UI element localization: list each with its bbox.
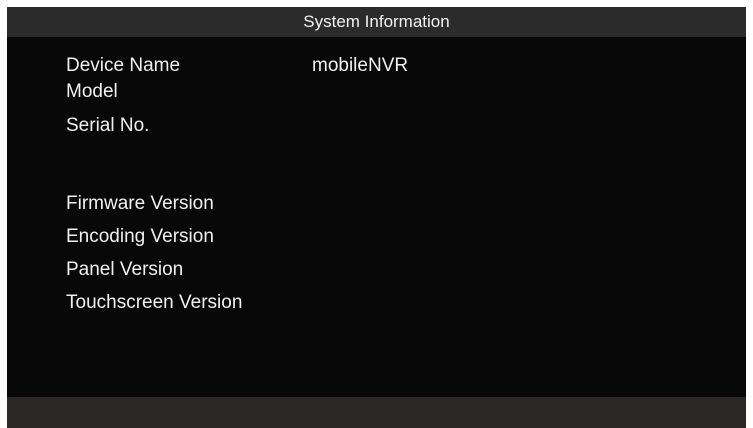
info-row-model: Model	[7, 77, 746, 107]
dialog-footer-bar	[7, 397, 746, 428]
info-row-touchscreen-version: Touchscreen Version	[7, 288, 746, 318]
panel-version-label: Panel Version	[66, 259, 184, 280]
system-info-panel: Device Name mobileNVR Model Serial No. F…	[7, 37, 746, 397]
dialog-title-bar: System Information	[7, 7, 746, 37]
system-information-dialog: System Information Device Name mobileNVR…	[7, 7, 746, 428]
model-label: Model	[66, 81, 118, 102]
info-row-firmware-version: Firmware Version	[7, 189, 746, 219]
info-row-panel-version: Panel Version	[7, 255, 746, 285]
info-row-encoding-version: Encoding Version	[7, 222, 746, 252]
firmware-version-label: Firmware Version	[66, 193, 214, 214]
dialog-title: System Information	[303, 12, 450, 31]
serial-no-label: Serial No.	[66, 115, 150, 136]
touchscreen-version-label: Touchscreen Version	[66, 292, 243, 313]
info-row-serial-no: Serial No.	[7, 111, 746, 141]
encoding-version-label: Encoding Version	[66, 226, 214, 247]
